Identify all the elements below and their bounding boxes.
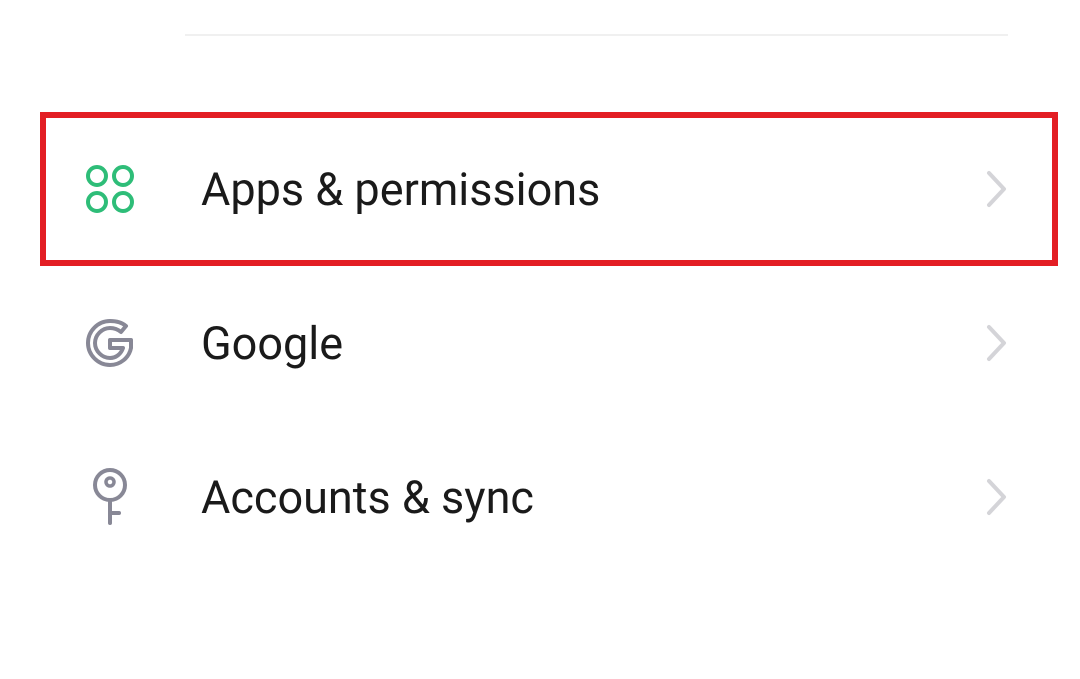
chevron-right-icon [986,324,1008,362]
google-icon [82,316,137,371]
chevron-right-icon [986,170,1008,208]
google-label: Google [201,317,986,370]
chevron-right-icon [986,478,1008,516]
apps-permissions-label: Apps & permissions [201,163,986,216]
apps-grid-icon [82,162,137,217]
divider [185,34,1008,36]
key-icon [82,470,137,525]
settings-item-accounts-sync[interactable]: Accounts & sync [0,420,1080,574]
accounts-sync-label: Accounts & sync [201,471,986,524]
settings-item-apps-permissions[interactable]: Apps & permissions [0,112,1080,266]
settings-item-google[interactable]: Google [0,266,1080,420]
settings-list: Apps & permissions Google [0,112,1080,574]
